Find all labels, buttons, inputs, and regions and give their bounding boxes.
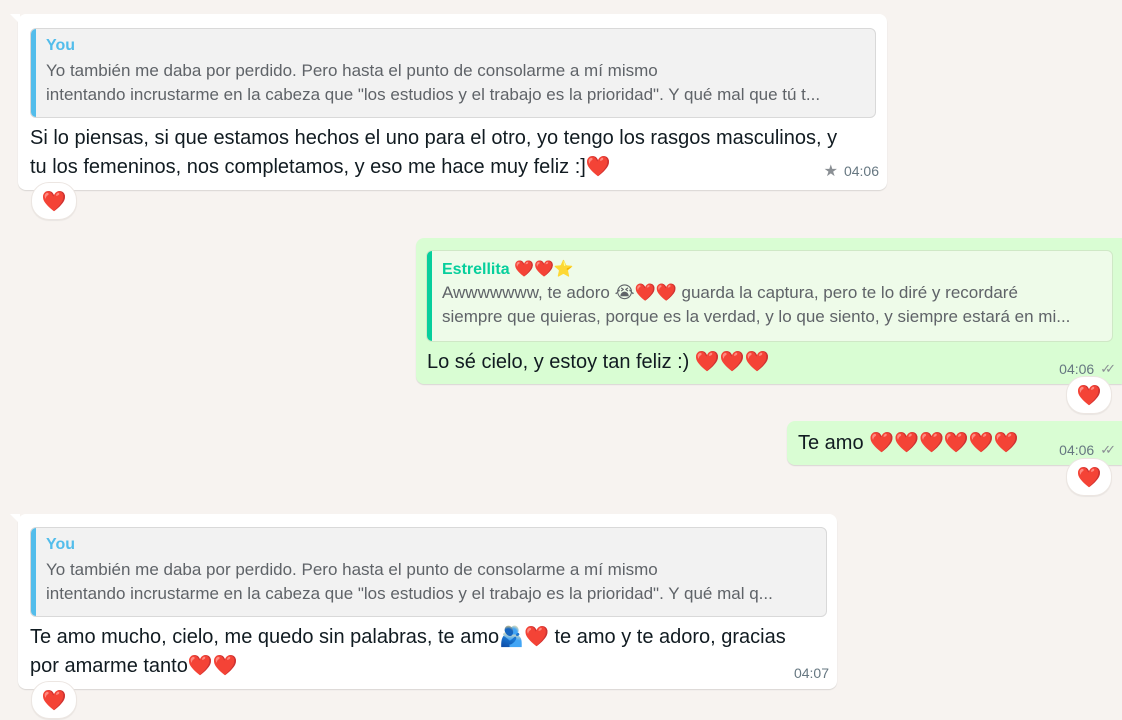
quote-author: You	[46, 37, 76, 54]
quoted-message[interactable]: You Yo también me daba por perdido. Pero…	[30, 527, 827, 617]
quote-accent-bar	[31, 29, 36, 117]
quote-text-line: intentando incrustarme en la cabeza que …	[46, 584, 773, 603]
message-time: 04:06	[1059, 442, 1095, 458]
reaction-badge[interactable]: ❤️	[1066, 376, 1112, 414]
message-text: Si lo piensas, si que estamos hechos el …	[30, 124, 880, 182]
quote-text: Yo también me daba por perdido. Pero has…	[46, 558, 814, 606]
message-text-line: Te amo mucho, cielo, me quedo sin palabr…	[30, 626, 786, 648]
quote-text: Awwwwwww, te adoro 😭❤️❤️ guarda la captu…	[442, 281, 1100, 329]
double-check-icon: ✓✓	[1100, 442, 1116, 457]
message-bubble-outgoing[interactable]: Te amo ❤️❤️❤️❤️❤️❤️ 04:06 ✓✓	[787, 421, 1122, 465]
quote-author: You	[46, 536, 76, 553]
message-text-line: Si lo piensas, si que estamos hechos el …	[30, 127, 838, 149]
quote-text-line: Yo también me daba por perdido. Pero has…	[46, 560, 658, 579]
quote-accent-bar	[427, 251, 432, 341]
quoted-message[interactable]: Estrellita ❤️❤️⭐ Awwwwwww, te adoro 😭❤️❤…	[426, 250, 1113, 342]
quote-author: Estrellita ❤️❤️⭐	[442, 261, 574, 278]
quote-text-line: Awwwwwww, te adoro 😭❤️❤️ guarda la captu…	[442, 283, 1018, 302]
message-text: Lo sé cielo, y estoy tan feliz :) ❤️❤️❤️	[427, 351, 770, 373]
message-text: Te amo mucho, cielo, me quedo sin palabr…	[30, 623, 820, 681]
star-icon: ★	[823, 163, 838, 180]
message-bubble-incoming[interactable]: You Yo también me daba por perdido. Pero…	[10, 514, 837, 689]
message-meta: 04:06 ✓✓	[1059, 361, 1116, 377]
message-bubble-outgoing[interactable]: Estrellita ❤️❤️⭐ Awwwwwww, te adoro 😭❤️❤…	[416, 238, 1122, 384]
double-check-icon: ✓✓	[1100, 361, 1116, 376]
quote-accent-bar	[31, 528, 36, 616]
quote-text-line: siempre que quieras, porque es la verdad…	[442, 307, 1071, 326]
message-meta: 04:06 ✓✓	[1059, 442, 1116, 458]
message-time: 04:07	[793, 665, 829, 681]
message-time: 04:06	[1059, 361, 1095, 377]
message-meta: 04:07	[794, 665, 829, 681]
message-meta: ★ 04:06	[824, 161, 879, 181]
reaction-badge[interactable]: ❤️	[31, 681, 77, 719]
quote-text: Yo también me daba por perdido. Pero has…	[46, 59, 863, 107]
message-text: Te amo ❤️❤️❤️❤️❤️❤️	[798, 432, 1019, 454]
message-bubble-incoming[interactable]: You Yo también me daba por perdido. Pero…	[10, 14, 887, 190]
quoted-message[interactable]: You Yo también me daba por perdido. Pero…	[30, 28, 876, 118]
message-time: 04:06	[843, 163, 879, 179]
quote-text-line: intentando incrustarme en la cabeza que …	[46, 85, 821, 104]
quote-text-line: Yo también me daba por perdido. Pero has…	[46, 61, 658, 80]
reaction-badge[interactable]: ❤️	[1066, 458, 1112, 496]
reaction-badge[interactable]: ❤️	[31, 182, 77, 220]
message-text-line: por amarme tanto❤️❤️	[30, 655, 238, 677]
message-text-line: tu los femeninos, nos completamos, y eso…	[30, 156, 611, 178]
